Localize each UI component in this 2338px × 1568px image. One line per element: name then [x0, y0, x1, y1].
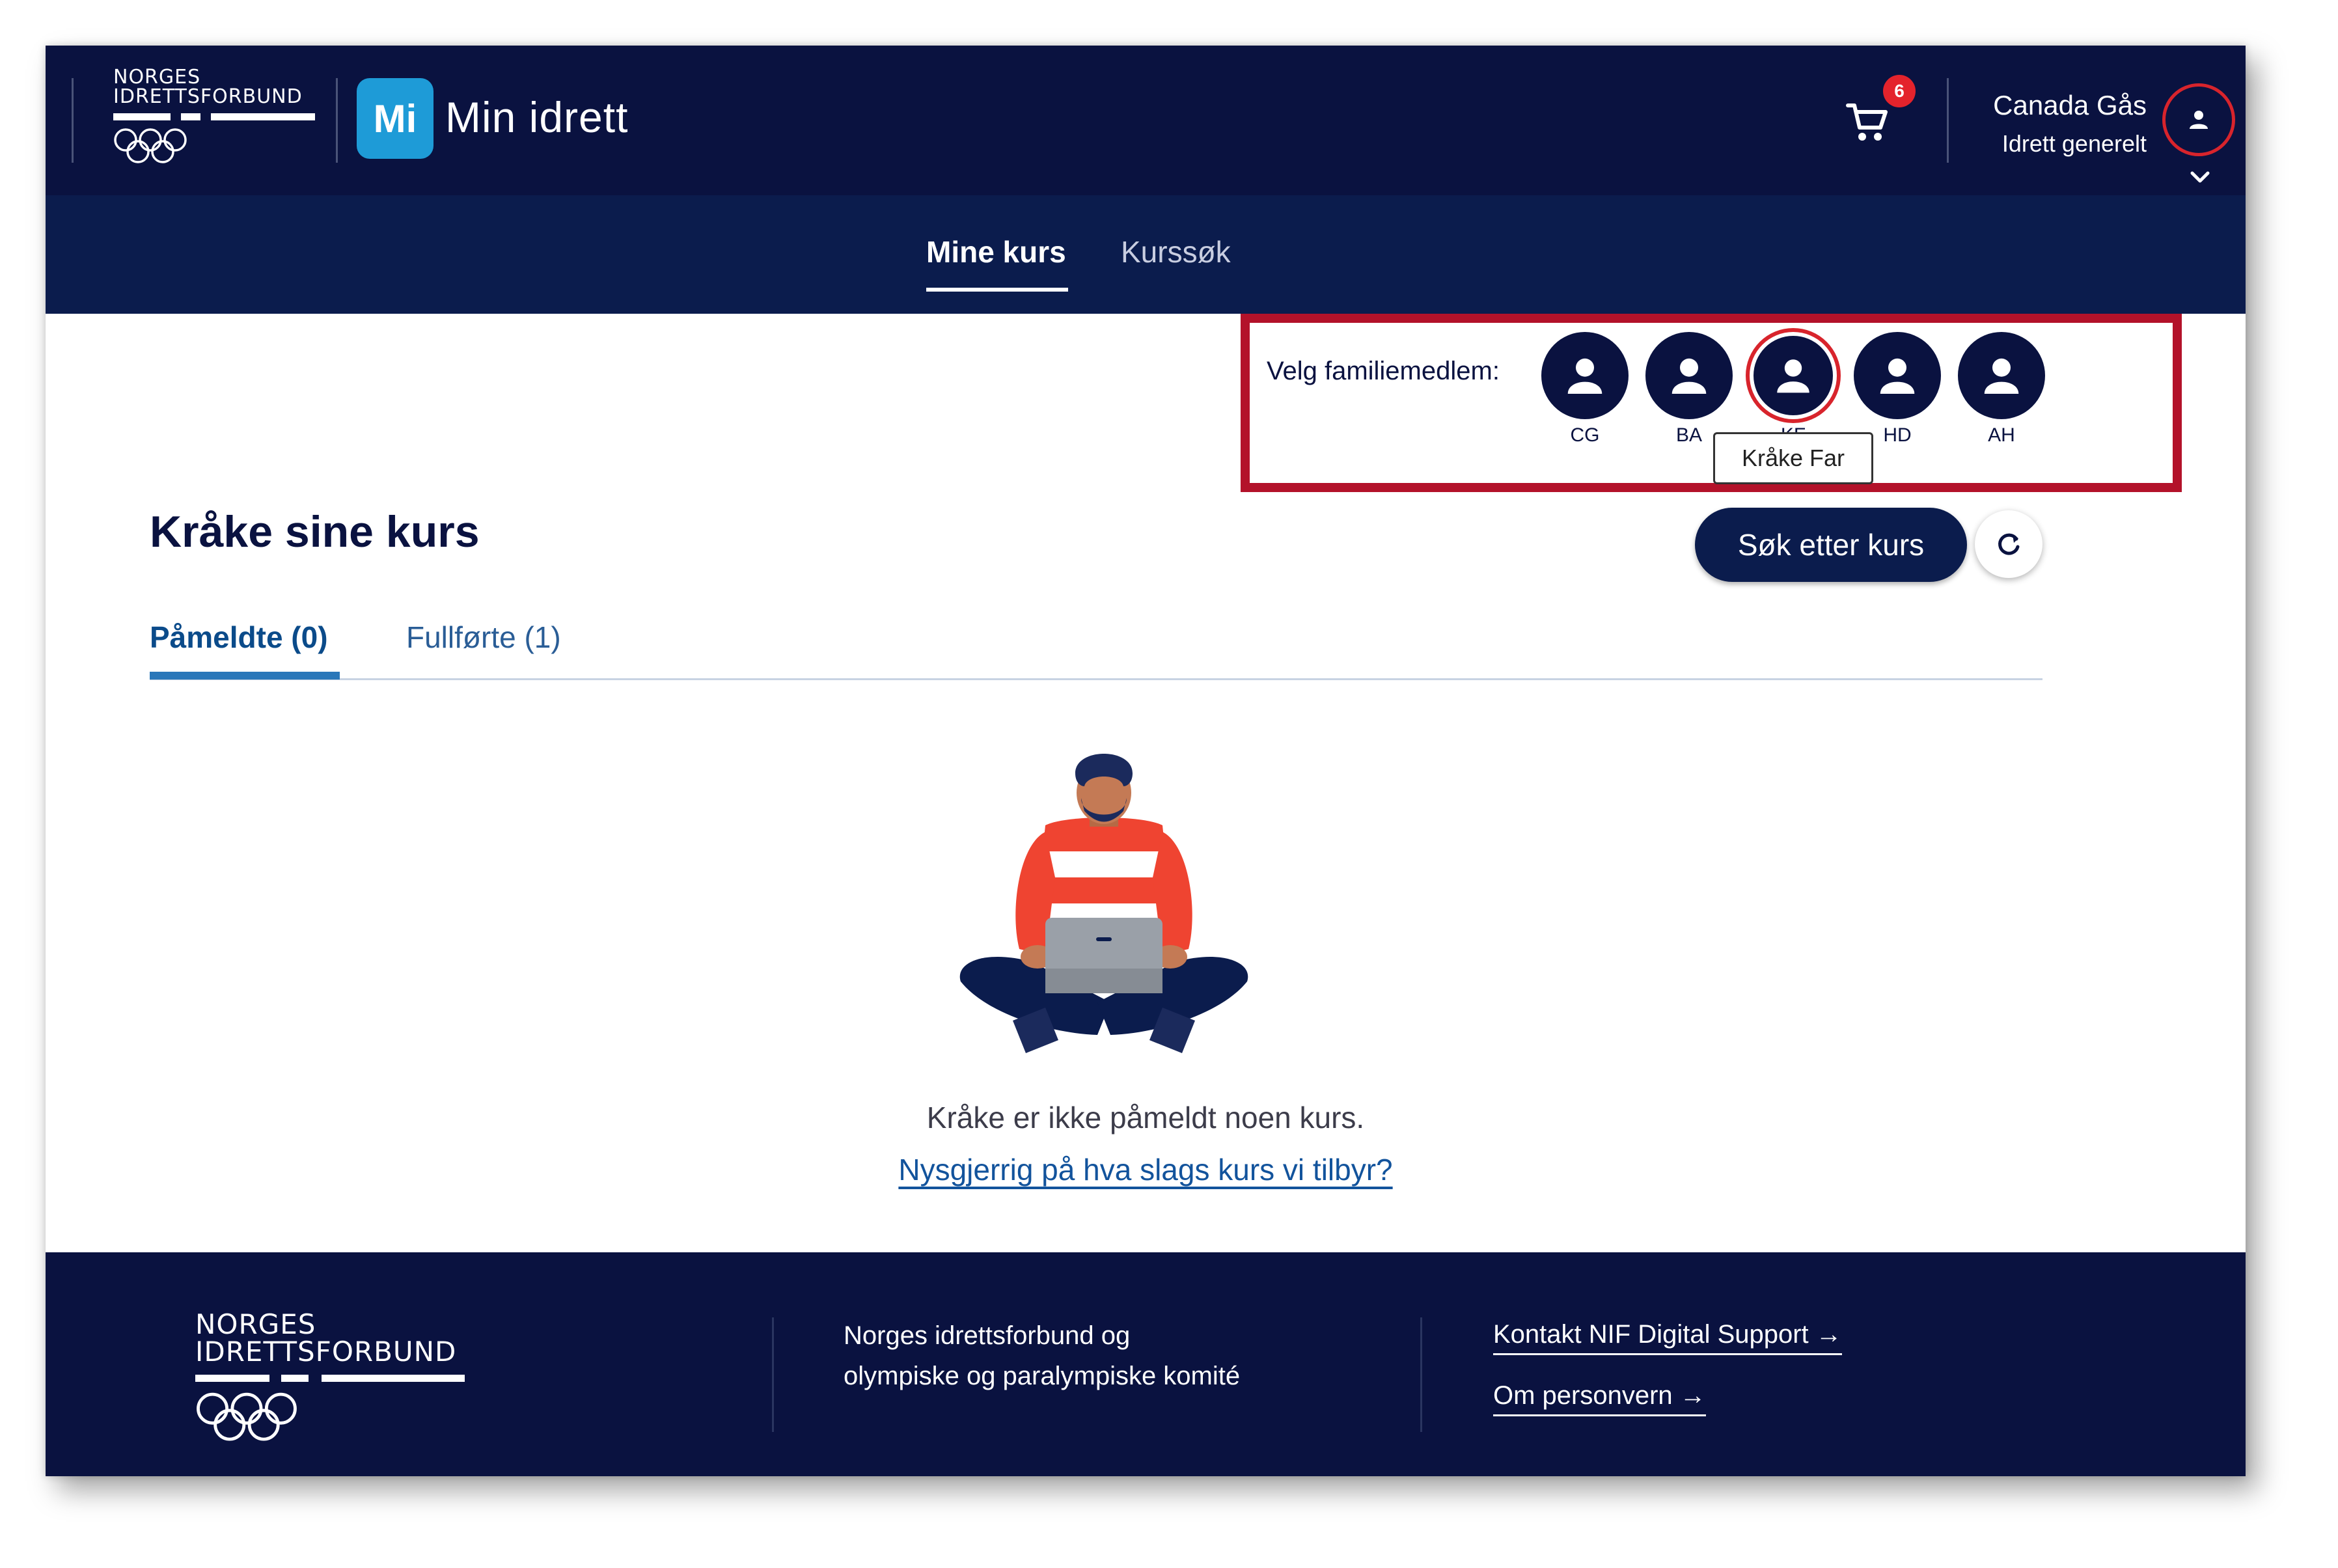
tab-mine-kurs[interactable]: Mine kurs [926, 234, 1066, 269]
tab-enrolled-indicator [150, 672, 340, 680]
family-member-avatar-ba[interactable] [1645, 332, 1733, 419]
family-selector-label: Velg familiemedlem: [1267, 357, 1500, 385]
family-member-avatar-hd[interactable] [1854, 332, 1941, 419]
tab-enrolled[interactable]: Påmeldte (0) [150, 620, 328, 655]
user-icon [1984, 358, 2019, 394]
empty-state-message: Kråke er ikke påmeldt noen kurs. [926, 1101, 1365, 1135]
search-courses-button[interactable]: Søk etter kurs [1695, 508, 1967, 582]
footer-link-support[interactable]: Kontakt NIF Digital Support → [1493, 1320, 1842, 1355]
footer-description-line2: olympiske og paralympiske komité [844, 1362, 1241, 1390]
header-divider-logo [336, 78, 338, 163]
footer-divider-2 [1420, 1317, 1422, 1432]
user-icon [1567, 358, 1602, 394]
app-window: NORGES IDRETTSFORBUND Mi Min idrett 6 Ca… [46, 46, 2246, 1476]
header-divider-right [1947, 78, 1949, 163]
chevron-down-icon[interactable] [2187, 168, 2213, 187]
family-member-avatar-ah[interactable] [1958, 332, 2045, 419]
header-divider-left [72, 78, 74, 163]
user-icon [2190, 111, 2208, 129]
family-member-code: CG [1570, 424, 1600, 446]
app-title[interactable]: Min idrett [445, 92, 628, 142]
tabs-divider [150, 678, 2042, 680]
olympic-rings-icon [114, 128, 187, 163]
user-organization[interactable]: Idrett generelt [2002, 130, 2147, 158]
page-title: Kråke sine kurs [150, 507, 480, 557]
family-member-code: AH [1988, 424, 2015, 446]
refresh-button[interactable] [1975, 510, 2042, 578]
footer-nif-logo: NORGES IDRETTSFORBUND [195, 1311, 469, 1441]
cart-count-badge: 6 [1883, 75, 1916, 107]
footer-logo-line2: IDRETTSFORBUND [195, 1336, 457, 1368]
top-bar: NORGES IDRETTSFORBUND Mi Min idrett 6 Ca… [46, 46, 2246, 195]
user-icon [1777, 359, 1809, 393]
nif-logo[interactable]: NORGES IDRETTSFORBUND [113, 66, 315, 172]
cart-icon[interactable] [1845, 99, 1891, 144]
footer-divider-1 [772, 1317, 774, 1432]
tab-completed[interactable]: Fullførte (1) [406, 620, 561, 655]
family-member-avatar-kf[interactable] [1754, 336, 1833, 415]
min-idrett-logo-badge[interactable]: Mi [357, 78, 433, 159]
family-member-avatar-cg[interactable] [1541, 332, 1629, 419]
footer-description-line1: Norges idrettsforbund og [844, 1321, 1131, 1350]
footer-logo-bars [195, 1375, 465, 1382]
family-member-tooltip: Kråke Far [1713, 432, 1873, 484]
empty-state-link[interactable]: Nysgjerrig på hva slags kurs vi tilbyr? [46, 1152, 2246, 1187]
tab-mine-kurs-underline [926, 288, 1068, 292]
empty-state-link-text[interactable]: Nysgjerrig på hva slags kurs vi tilbyr? [898, 1153, 1392, 1187]
user-icon [1880, 358, 1915, 394]
nif-logo-line1: NORGES [113, 66, 201, 89]
footer-link-privacy[interactable]: Om personvern → [1493, 1381, 1706, 1416]
footer-logo-line1: NORGES [195, 1308, 316, 1340]
nif-logo-line2: IDRETTSFORBUND [113, 85, 303, 108]
user-name[interactable]: Canada Gås [1993, 90, 2147, 121]
footer: NORGES IDRETTSFORBUND Norges idrettsforb… [46, 1252, 2246, 1476]
empty-state-illustration [959, 754, 1248, 1053]
refresh-icon [1998, 533, 2020, 555]
user-icon [1671, 358, 1707, 394]
olympic-rings-icon [197, 1392, 297, 1441]
tab-kurssok[interactable]: Kurssøk [1121, 234, 1231, 269]
nif-logo-bars [113, 113, 315, 120]
user-menu-button[interactable] [2162, 83, 2235, 156]
